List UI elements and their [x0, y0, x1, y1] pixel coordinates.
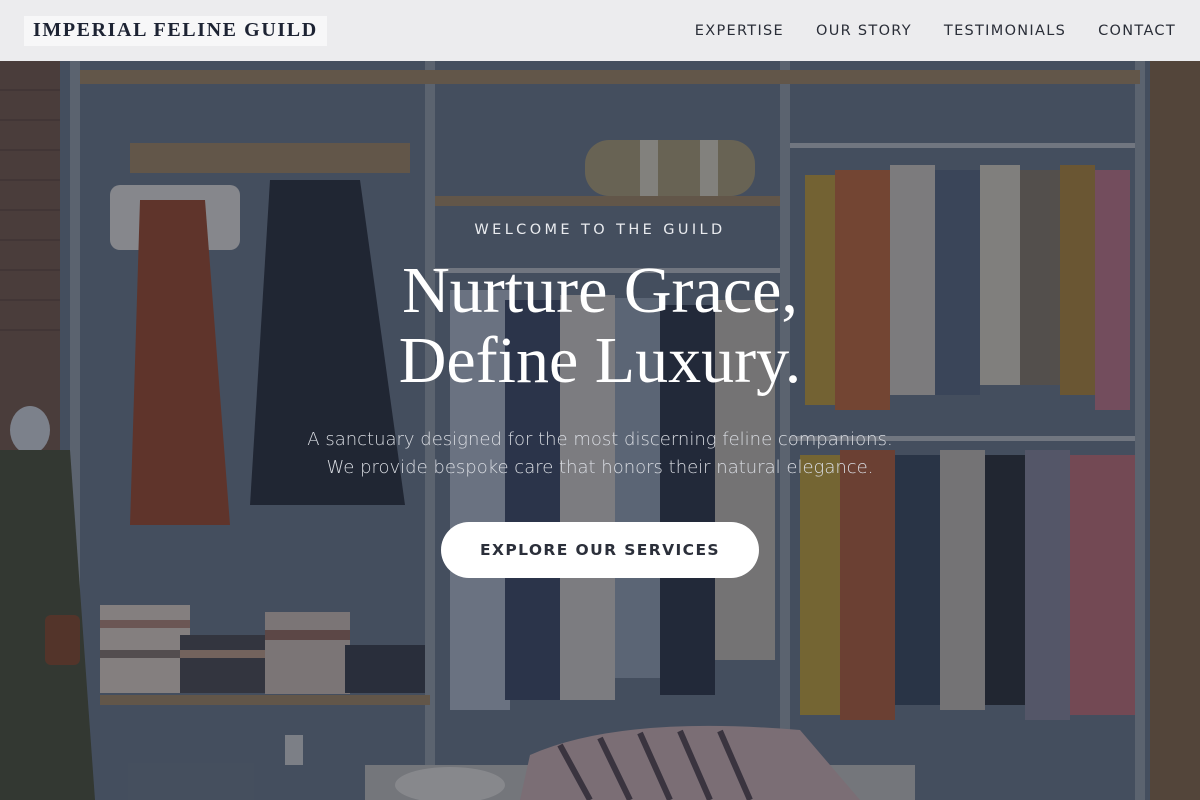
brand-logo[interactable]: IMPERIAL FELINE GUILD	[24, 15, 327, 46]
hero-headline-line-1: Nurture Grace,	[402, 254, 798, 327]
hero-subtext-line-2: We provide bespoke care that honors thei…	[326, 457, 874, 478]
hero-headline: Nurture Grace, Define Luxury.	[0, 256, 1200, 396]
hero-headline-line-2: Define Luxury.	[398, 324, 802, 397]
nav-links: EXPERTISE OUR STORY TESTIMONIALS CONTACT	[663, 23, 1176, 39]
top-navigation-bar: IMPERIAL FELINE GUILD EXPERTISE OUR STOR…	[0, 0, 1200, 61]
landing-page: IMPERIAL FELINE GUILD EXPERTISE OUR STOR…	[0, 0, 1200, 800]
hero-section: WELCOME TO THE GUILD Nurture Grace, Defi…	[0, 0, 1200, 800]
hero-subtext: A sanctuary designed for the most discer…	[0, 426, 1200, 482]
nav-link-expertise[interactable]: EXPERTISE	[695, 23, 784, 39]
explore-services-button[interactable]: EXPLORE OUR SERVICES	[441, 522, 759, 578]
hero-subtext-line-1: A sanctuary designed for the most discer…	[307, 429, 893, 450]
nav-link-our-story[interactable]: OUR STORY	[816, 23, 912, 39]
nav-link-testimonials[interactable]: TESTIMONIALS	[944, 23, 1066, 39]
hero-eyebrow: WELCOME TO THE GUILD	[474, 222, 726, 238]
nav-link-contact[interactable]: CONTACT	[1098, 23, 1176, 39]
